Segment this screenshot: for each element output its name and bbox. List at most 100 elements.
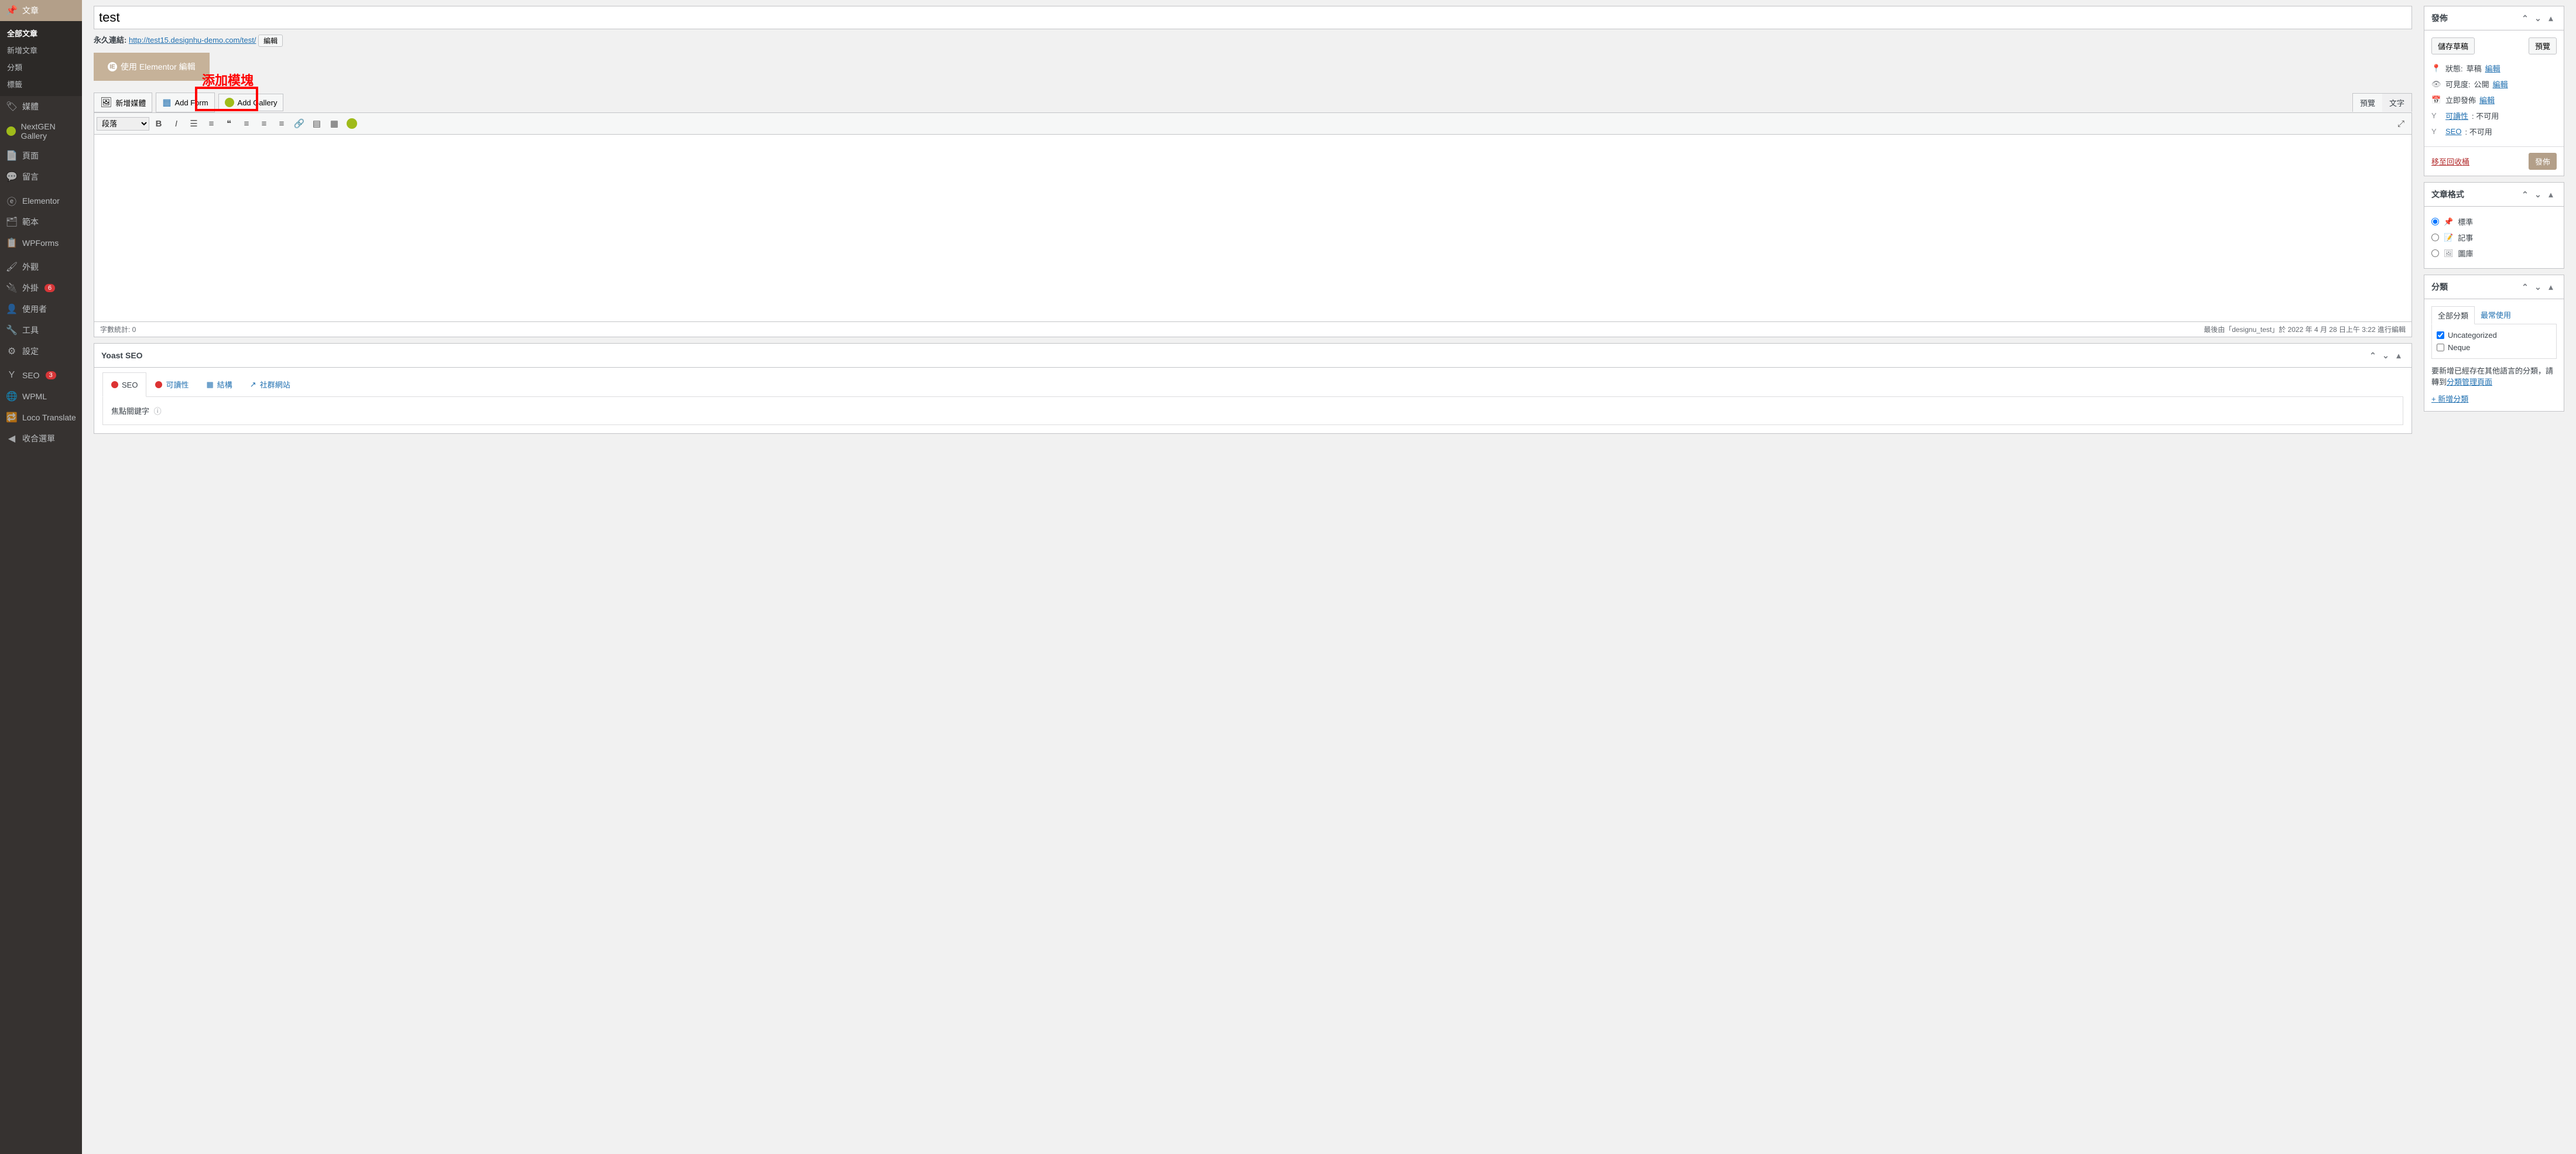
brush-icon: 🖌: [6, 261, 18, 273]
yoast-readability-indicator: [155, 381, 162, 388]
distraction-free-button[interactable]: ⤢: [2393, 115, 2409, 132]
menu-nextgen[interactable]: NextGEN Gallery: [0, 117, 82, 145]
submenu-categories[interactable]: 分類: [0, 59, 82, 76]
align-left-button[interactable]: ≡: [238, 115, 255, 132]
status-edit-link[interactable]: 編輯: [2485, 63, 2500, 74]
link-button[interactable]: 🔗: [291, 115, 307, 132]
format-select[interactable]: 段落: [97, 117, 149, 131]
format-metabox: 文章格式 ⌃ ⌄ ▴ 📌 標準 📝 記事 🖼 圖庫: [2424, 182, 2564, 269]
yoast-move-up-button[interactable]: ⌃: [2367, 350, 2379, 361]
categories-move-up-button[interactable]: ⌃: [2519, 281, 2531, 293]
bold-button[interactable]: B: [150, 115, 167, 132]
menu-loco[interactable]: 🔁Loco Translate: [0, 407, 82, 428]
blockquote-button[interactable]: ❝: [221, 115, 237, 132]
category-checkbox-neque[interactable]: [2437, 344, 2444, 351]
permalink-url[interactable]: http://test15.designhu-demo.com/test/: [129, 36, 256, 44]
add-media-button[interactable]: 🖼新增媒體: [94, 93, 152, 112]
nextgen-toolbar-button[interactable]: [344, 115, 360, 132]
category-tab-all[interactable]: 全部分類: [2431, 306, 2475, 324]
seo-link[interactable]: SEO: [2445, 127, 2461, 136]
yoast-move-down-button[interactable]: ⌄: [2380, 350, 2392, 361]
editor-toolbar: 段落 B I ☰ ≡ ❝ ≡ ≡ ≡ 🔗 ▤ ▦ ⤢: [94, 112, 2412, 135]
menu-settings[interactable]: ⚙設定: [0, 341, 82, 362]
toolbar-toggle-button[interactable]: ▦: [326, 115, 342, 132]
menu-plugins[interactable]: 🔌外掛6: [0, 278, 82, 299]
help-icon[interactable]: ⓘ: [154, 407, 162, 416]
elementor-button-icon: IE: [108, 62, 117, 71]
yoast-tab-social[interactable]: ↗社群網站: [241, 372, 299, 396]
save-draft-button[interactable]: 儲存草稿: [2431, 37, 2475, 54]
italic-button[interactable]: I: [168, 115, 184, 132]
edit-with-elementor-button[interactable]: IE 使用 Elementor 編輯: [94, 53, 210, 81]
format-title: 文章格式: [2431, 189, 2464, 200]
publish-button[interactable]: 發佈: [2529, 153, 2557, 170]
format-aside-radio[interactable]: [2431, 234, 2439, 241]
menu-comments[interactable]: 💬留言: [0, 166, 82, 187]
nextgen-icon: [6, 125, 16, 137]
menu-users[interactable]: 👤使用者: [0, 299, 82, 320]
permalink-edit-button[interactable]: 編輯: [258, 35, 283, 47]
loco-icon: 🔁: [6, 412, 18, 423]
publish-toggle-button[interactable]: ▴: [2545, 12, 2557, 24]
category-tab-popular[interactable]: 最常使用: [2475, 306, 2517, 324]
readability-link[interactable]: 可讀性: [2445, 110, 2468, 121]
menu-wpml[interactable]: 🌐WPML: [0, 386, 82, 407]
categories-move-down-button[interactable]: ⌄: [2532, 281, 2544, 293]
editor-tab-visual[interactable]: 預覽: [2353, 94, 2382, 112]
publish-move-up-button[interactable]: ⌃: [2519, 12, 2531, 24]
menu-elementor[interactable]: ⓔElementor: [0, 190, 82, 211]
format-toggle-button[interactable]: ▴: [2545, 189, 2557, 200]
media-button-icon: 🖼: [100, 97, 112, 108]
align-right-button[interactable]: ≡: [273, 115, 290, 132]
preview-button[interactable]: 預覽: [2529, 37, 2557, 54]
submenu-tags[interactable]: 標籤: [0, 76, 82, 93]
menu-posts[interactable]: 📌文章: [0, 0, 82, 21]
submenu-all-posts[interactable]: 全部文章: [0, 25, 82, 42]
post-title-input[interactable]: [94, 6, 2412, 29]
menu-appearance[interactable]: 🖌外觀: [0, 256, 82, 278]
wpml-icon: 🌐: [6, 391, 18, 402]
schedule-edit-link[interactable]: 編輯: [2479, 94, 2495, 105]
elementor-icon: ⓔ: [6, 195, 18, 207]
menu-seo[interactable]: YSEO3: [0, 365, 82, 386]
categories-toggle-button[interactable]: ▴: [2545, 281, 2557, 293]
gallery-icon: 🖼: [2444, 249, 2454, 258]
format-gallery-radio[interactable]: [2431, 249, 2439, 257]
align-center-button[interactable]: ≡: [256, 115, 272, 132]
editor-tab-text[interactable]: 文字: [2382, 94, 2411, 112]
menu-collapse[interactable]: ◀收合選單: [0, 428, 82, 449]
editor-content-area[interactable]: [94, 135, 2412, 322]
seo-score-icon: Y: [2431, 127, 2442, 136]
collapse-icon: ◀: [6, 433, 18, 444]
yoast-title: Yoast SEO: [101, 351, 143, 360]
menu-tools[interactable]: 🔧工具: [0, 320, 82, 341]
category-checkbox-uncategorized[interactable]: [2437, 331, 2444, 339]
menu-pages[interactable]: 📄頁面: [0, 145, 82, 166]
menu-templates[interactable]: 🗂範本: [0, 211, 82, 232]
menu-wpforms[interactable]: 📋WPForms: [0, 232, 82, 254]
yoast-tab-seo[interactable]: SEO: [102, 372, 146, 397]
format-move-up-button[interactable]: ⌃: [2519, 189, 2531, 200]
format-standard-radio[interactable]: [2431, 218, 2439, 225]
add-category-link[interactable]: + 新增分類: [2431, 395, 2468, 403]
submenu-new-post[interactable]: 新增文章: [0, 42, 82, 59]
trash-link[interactable]: 移至回收桶: [2431, 156, 2469, 167]
editor-column: 永久連結: http://test15.designhu-demo.com/te…: [94, 0, 2412, 1142]
yoast-tab-readability[interactable]: 可讀性: [146, 372, 197, 396]
status-icon: 📍: [2431, 64, 2442, 73]
add-form-button[interactable]: ▦Add Form: [156, 93, 214, 112]
numbered-list-button[interactable]: ≡: [203, 115, 220, 132]
visibility-edit-link[interactable]: 編輯: [2493, 78, 2508, 90]
add-gallery-button[interactable]: Add Gallery: [218, 94, 284, 111]
templates-icon: 🗂: [6, 216, 18, 228]
publish-move-down-button[interactable]: ⌄: [2532, 12, 2544, 24]
bullet-list-button[interactable]: ☰: [186, 115, 202, 132]
yoast-tab-schema[interactable]: ▦結構: [197, 372, 241, 396]
more-button[interactable]: ▤: [309, 115, 325, 132]
category-manage-link[interactable]: 分類管理頁面: [2447, 378, 2492, 386]
share-icon: ↗: [250, 380, 256, 389]
yoast-toggle-button[interactable]: ▴: [2393, 350, 2404, 361]
menu-media[interactable]: 🏷媒體: [0, 96, 82, 117]
yoast-metabox: Yoast SEO ⌃ ⌄ ▴ SEO 可讀性 ▦結構 ↗社群網站: [94, 343, 2412, 434]
format-move-down-button[interactable]: ⌄: [2532, 189, 2544, 200]
